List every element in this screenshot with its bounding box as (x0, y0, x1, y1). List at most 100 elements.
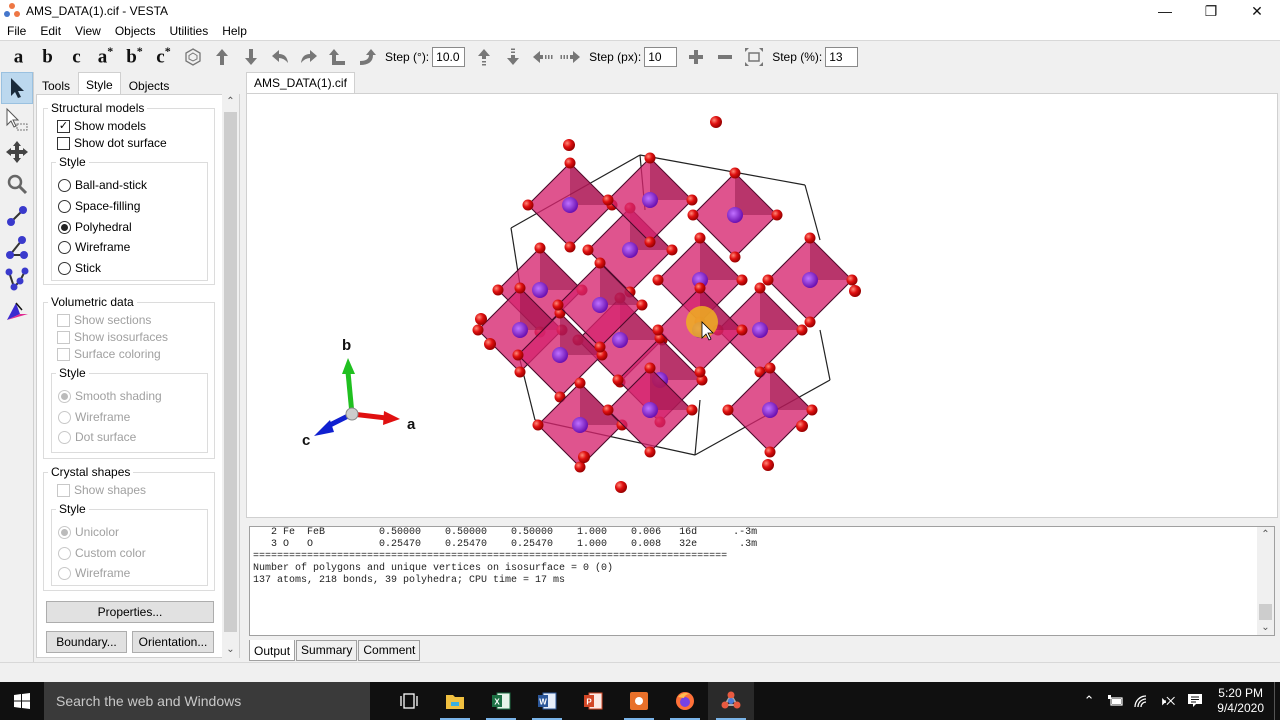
view-along-a-star-button[interactable]: a* (91, 44, 120, 68)
rotate-down-icon[interactable] (236, 45, 265, 69)
action-center-icon[interactable] (1187, 693, 1203, 709)
show-dot-surface-checkbox[interactable]: Show dot surface (57, 136, 167, 150)
word-icon[interactable]: W (524, 682, 570, 720)
oxygen-atom (666, 244, 678, 256)
radio-dot-surface[interactable]: Dot surface (58, 430, 136, 444)
oxygen-atom (594, 341, 606, 353)
show-sections-checkbox[interactable]: Show sections (57, 313, 151, 327)
radio-vol-wireframe[interactable]: Wireframe (58, 410, 130, 424)
magnify-tool-button[interactable] (1, 168, 33, 200)
tab-style[interactable]: Style (78, 72, 121, 94)
view-along-a-button[interactable]: a (4, 44, 33, 68)
menu-objects[interactable]: Objects (108, 24, 163, 38)
step-deg-input[interactable] (432, 46, 466, 67)
panel-scrollbar[interactable]: ⌃ ⌄ (222, 94, 239, 658)
lattice-plane-tool-button[interactable] (1, 296, 33, 328)
move-up-icon[interactable] (469, 45, 498, 69)
radio-stick[interactable]: Stick (58, 261, 101, 275)
taskbar-search-box[interactable]: Search the web and Windows (44, 682, 370, 720)
radio-smooth-shading[interactable]: Smooth shading (58, 389, 162, 403)
output-scrollbar[interactable]: ⌃ ⌄ (1257, 527, 1274, 635)
tab-comment[interactable]: Comment (358, 640, 421, 661)
task-view-icon[interactable] (386, 682, 432, 720)
tab-objects[interactable]: Objects (121, 74, 178, 94)
panel-scroll-thumb[interactable] (224, 112, 237, 632)
step-pct-input[interactable] (825, 46, 859, 67)
close-button[interactable]: ✕ (1234, 0, 1280, 22)
wifi-icon[interactable] (1133, 694, 1149, 708)
menu-utilities[interactable]: Utilities (163, 24, 216, 38)
scroll-down-icon[interactable]: ⌄ (222, 642, 239, 658)
dihedral-tool-button[interactable] (1, 264, 33, 296)
translate-tool-button[interactable] (1, 136, 33, 168)
radio-custom-color[interactable]: Custom color (58, 546, 146, 560)
restore-button[interactable]: ❐ (1188, 0, 1234, 22)
excel-icon[interactable]: X (478, 682, 524, 720)
oxygen-atom (532, 419, 544, 431)
svg-text:P: P (586, 698, 592, 707)
radio-space-filling[interactable]: Space-filling (58, 199, 140, 213)
rotate-ccw-icon[interactable] (323, 45, 352, 69)
show-hidden-icons-icon[interactable]: ⌃ (1084, 693, 1095, 709)
start-button[interactable] (0, 682, 44, 720)
output-scroll-thumb[interactable] (1259, 604, 1272, 620)
output-scroll-up-icon[interactable]: ⌃ (1257, 529, 1274, 540)
show-shapes-checkbox[interactable]: Show shapes (57, 483, 146, 497)
angle-tool-button[interactable] (1, 232, 33, 264)
battery-icon[interactable] (1107, 694, 1123, 708)
boundary-button[interactable]: Boundary... (46, 631, 127, 653)
file-explorer-icon[interactable] (432, 682, 478, 720)
menu-help[interactable]: Help (215, 24, 254, 38)
minimize-button[interactable]: — (1142, 0, 1188, 22)
view-along-c-star-button[interactable]: c* (149, 44, 178, 68)
distance-tool-button[interactable] (1, 200, 33, 232)
surface-coloring-checkbox[interactable]: Surface coloring (57, 347, 161, 361)
properties-button[interactable]: Properties... (46, 601, 214, 623)
menu-file[interactable]: File (0, 24, 33, 38)
zoom-in-icon[interactable] (681, 45, 710, 69)
show-models-checkbox[interactable]: ✓ Show models (57, 119, 146, 133)
taskbar-clock[interactable]: 5:20 PM 9/4/2020 (1217, 686, 1264, 716)
scroll-up-icon[interactable]: ⌃ (222, 94, 239, 110)
view-along-b-star-button[interactable]: b* (120, 44, 149, 68)
fit-to-screen-icon[interactable] (739, 45, 768, 69)
radio-crystal-wireframe[interactable]: Wireframe (58, 566, 130, 580)
region-select-tool-button[interactable] (1, 104, 33, 136)
output-log[interactable]: 2 Fe FeB 0.50000 0.50000 0.50000 1.000 0… (249, 526, 1275, 636)
volume-muted-icon[interactable]: 🕨✕ (1159, 694, 1176, 709)
powerpoint-icon[interactable]: P (570, 682, 616, 720)
move-left-icon[interactable] (527, 45, 556, 69)
oxygen-atom (615, 481, 627, 493)
rotate-right-icon[interactable] (294, 45, 323, 69)
structure-viewer[interactable]: b a c (246, 93, 1278, 518)
polyhedron-view-icon[interactable] (178, 45, 207, 69)
menu-edit[interactable]: Edit (33, 24, 68, 38)
rotate-left-icon[interactable] (265, 45, 294, 69)
vesta-taskbar-icon[interactable] (708, 682, 754, 720)
orientation-button[interactable]: Orientation... (132, 631, 214, 653)
move-right-icon[interactable] (556, 45, 585, 69)
document-tab[interactable]: AMS_DATA(1).cif (246, 72, 355, 93)
radio-unicolor[interactable]: Unicolor (58, 525, 119, 539)
step-px-input[interactable] (644, 46, 678, 67)
firefox-icon[interactable] (662, 682, 708, 720)
rotate-cw-icon[interactable] (352, 45, 381, 69)
view-along-b-button[interactable]: b (33, 44, 62, 68)
menu-view[interactable]: View (68, 24, 108, 38)
screen-recorder-icon[interactable] (616, 682, 662, 720)
tab-summary[interactable]: Summary (296, 640, 358, 661)
crystal-structure-canvas[interactable]: b a c (247, 94, 1277, 517)
view-along-c-button[interactable]: c (62, 44, 91, 68)
output-scroll-down-icon[interactable]: ⌄ (1257, 622, 1274, 633)
select-tool-button[interactable] (1, 72, 33, 104)
rotate-up-icon[interactable] (207, 45, 236, 69)
radio-polyhedral[interactable]: Polyhedral (58, 220, 132, 234)
show-desktop-button[interactable] (1274, 682, 1280, 720)
tab-tools[interactable]: Tools (34, 74, 78, 94)
move-down-icon[interactable] (498, 45, 527, 69)
show-isosurfaces-checkbox[interactable]: Show isosurfaces (57, 330, 168, 344)
zoom-out-icon[interactable] (710, 45, 739, 69)
tab-output[interactable]: Output (249, 640, 296, 661)
radio-wireframe[interactable]: Wireframe (58, 240, 130, 254)
radio-ball-and-stick[interactable]: Ball-and-stick (58, 178, 147, 192)
